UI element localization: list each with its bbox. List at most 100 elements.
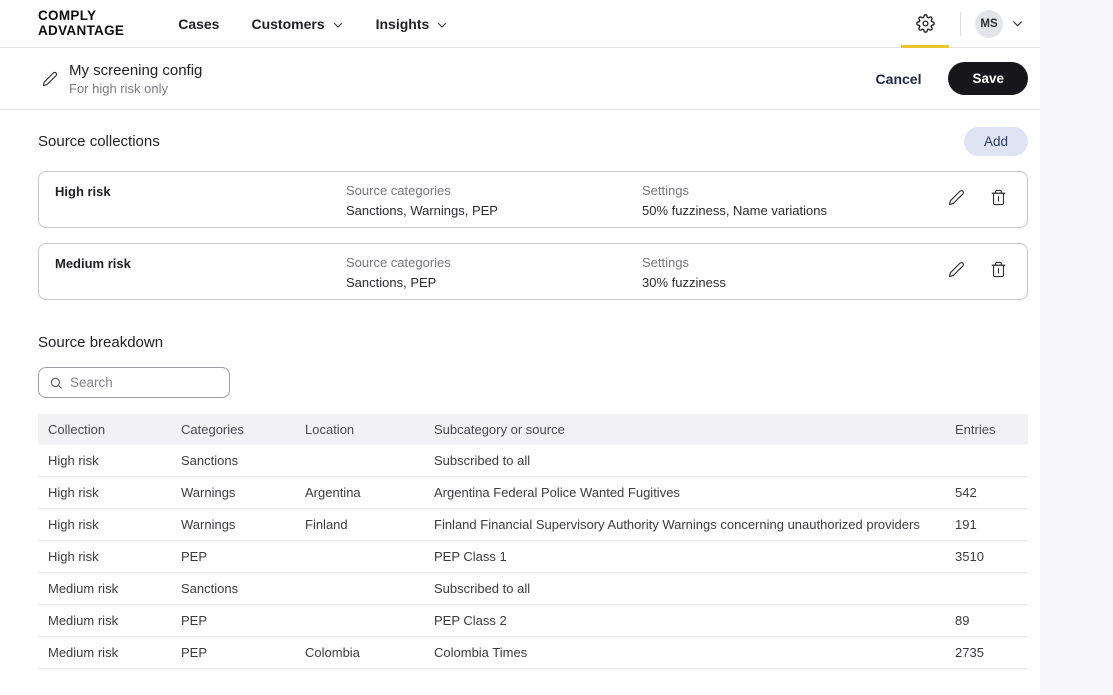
user-menu[interactable]: MS [975,10,1024,38]
nav-item-label: Cases [178,16,219,32]
cell-location [295,445,424,477]
cell-location [295,573,424,605]
column-header-location: Location [295,414,424,445]
cell-collection: High risk [38,477,171,509]
categories-value: Sanctions, Warnings, PEP [346,203,642,218]
nav-item-label: Customers [251,16,324,32]
cell-location: Colombia [295,637,424,669]
divider [960,12,961,36]
column-header-entries: Entries [945,414,1028,445]
settings-value: 50% fuzziness, Name variations [642,203,938,218]
app-window: COMPLY ADVANTAGE Cases Customers Insight… [0,0,1040,695]
trash-icon [990,189,1007,206]
cell-subcategory: Colombia Times [424,637,945,669]
collection-name: High risk [55,183,346,199]
comply-advantage-logo[interactable]: COMPLY ADVANTAGE [38,9,124,37]
cell-location [295,541,424,573]
chevron-down-icon [436,18,448,30]
main-content: Source collections Add High risk Source … [0,127,1040,669]
cell-categories: Sanctions [171,573,295,605]
column-header-subcategory: Subcategory or source [424,414,945,445]
cell-subcategory: PEP Class 2 [424,605,945,637]
chevron-down-icon [332,18,344,30]
search-input[interactable] [70,375,219,390]
chevron-down-icon [1011,17,1024,30]
collection-settings: Settings 30% fuzziness [642,255,938,290]
cancel-button[interactable]: Cancel [876,71,922,87]
cell-collection: High risk [38,541,171,573]
table-header-row: Collection Categories Location Subcatego… [38,414,1028,445]
delete-collection-button[interactable] [990,189,1007,206]
nav-item-label: Insights [376,16,430,32]
table-row: High risk Warnings Argentina Argentina F… [38,477,1028,509]
page-right-gutter [1040,0,1113,695]
column-header-collection: Collection [38,414,171,445]
delete-collection-button[interactable] [990,261,1007,278]
collection-name: Medium risk [55,255,346,271]
table-row: Medium risk PEP Colombia Colombia Times … [38,637,1028,669]
nav-item-customers[interactable]: Customers [239,8,355,40]
edit-collection-button[interactable] [948,189,965,206]
cell-collection: High risk [38,509,171,541]
cell-categories: Sanctions [171,445,295,477]
pencil-icon [948,261,965,278]
table-row: High risk Warnings Finland Finland Finan… [38,509,1028,541]
main-nav: Cases Customers Insights [166,8,460,40]
card-actions [948,255,1007,278]
cell-location: Argentina [295,477,424,509]
top-nav: COMPLY ADVANTAGE Cases Customers Insight… [0,0,1040,48]
collection-categories: Source categories Sanctions, PEP [346,255,642,290]
gear-icon [916,14,935,33]
cell-location: Finland [295,509,424,541]
edit-collection-button[interactable] [948,261,965,278]
source-breakdown-title: Source breakdown [38,334,1028,351]
add-collection-button[interactable]: Add [964,127,1028,156]
cell-entries: 2735 [945,637,1028,669]
page-title: My screening config [69,62,202,79]
cell-entries: 3510 [945,541,1028,573]
topnav-right: MS [900,0,1024,47]
settings-button[interactable] [900,0,950,47]
cell-categories: PEP [171,541,295,573]
table-row: Medium risk PEP PEP Class 2 89 [38,605,1028,637]
cell-collection: Medium risk [38,605,171,637]
edit-title-icon[interactable] [42,71,58,87]
card-actions [948,183,1007,206]
cell-entries [945,573,1028,605]
cell-entries: 191 [945,509,1028,541]
save-button[interactable]: Save [948,62,1028,95]
settings-label: Settings [642,255,938,270]
logo-line-1: COMPLY [38,9,124,23]
cell-subcategory: Subscribed to all [424,573,945,605]
source-breakdown-table: Collection Categories Location Subcatego… [38,414,1028,669]
settings-label: Settings [642,183,938,198]
cell-location [295,605,424,637]
header-actions: Cancel Save [876,62,1028,95]
avatar: MS [975,10,1003,38]
search-icon [49,376,63,390]
collection-categories: Source categories Sanctions, Warnings, P… [346,183,642,218]
collection-card-high-risk: High risk Source categories Sanctions, W… [38,171,1028,228]
title-block: My screening config For high risk only [69,62,202,96]
page-subtitle: For high risk only [69,81,202,96]
cell-categories: Warnings [171,509,295,541]
table-row: High risk Sanctions Subscribed to all [38,445,1028,477]
cell-collection: Medium risk [38,573,171,605]
cell-categories: Warnings [171,477,295,509]
collection-settings: Settings 50% fuzziness, Name variations [642,183,938,218]
collection-card-medium-risk: Medium risk Source categories Sanctions,… [38,243,1028,300]
cell-entries [945,445,1028,477]
trash-icon [990,261,1007,278]
categories-label: Source categories [346,255,642,270]
column-header-categories: Categories [171,414,295,445]
page-header: My screening config For high risk only C… [0,48,1040,110]
nav-item-insights[interactable]: Insights [364,8,461,40]
pencil-icon [948,189,965,206]
active-tab-indicator [901,45,949,48]
search-box [38,367,230,398]
source-collections-title: Source collections [38,133,160,150]
cell-subcategory: Finland Financial Supervisory Authority … [424,509,945,541]
cell-entries: 542 [945,477,1028,509]
nav-item-cases[interactable]: Cases [166,8,231,40]
logo-line-2: ADVANTAGE [38,24,124,38]
